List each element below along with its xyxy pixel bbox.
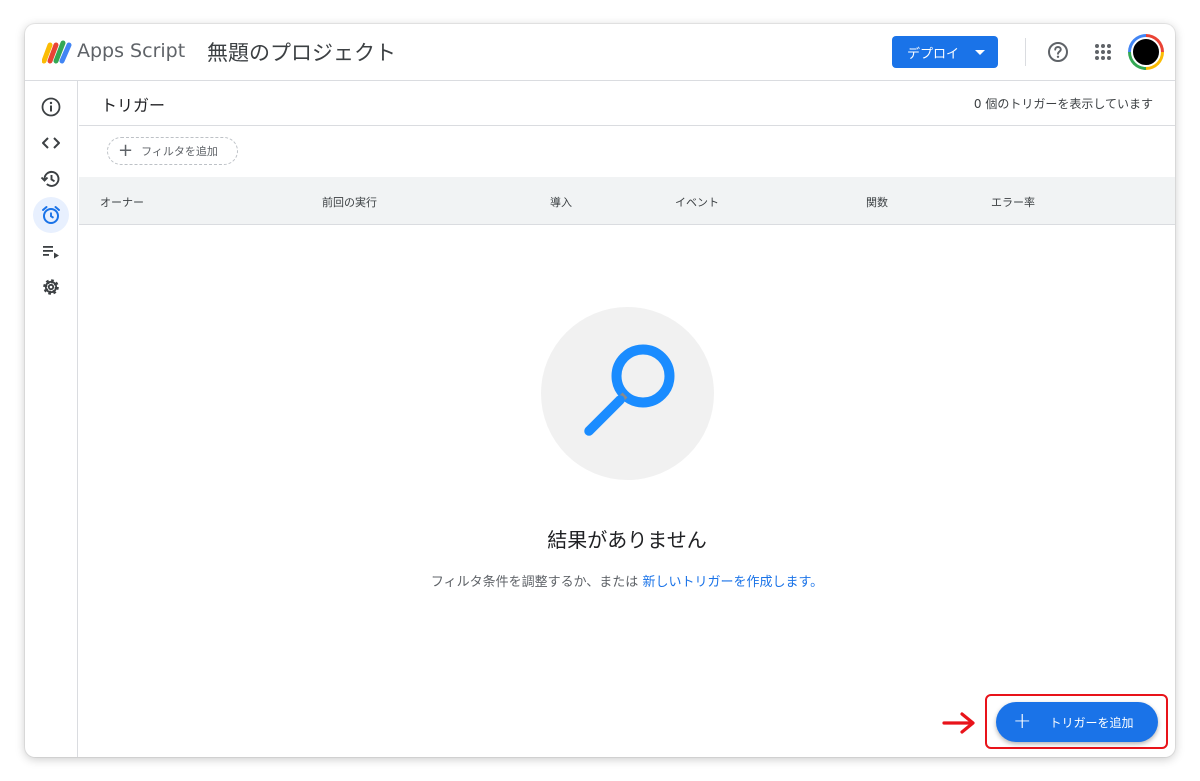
page-title: トリガー: [101, 96, 166, 115]
alarm-clock-icon: [42, 206, 60, 224]
arrow-annotation-icon: [942, 712, 975, 734]
magnifier-icon: [584, 344, 675, 436]
deploy-button[interactable]: デプロイ: [892, 36, 998, 68]
dropdown-caret-icon: [975, 50, 985, 55]
create-trigger-link[interactable]: 新しいトリガーを作成します。: [642, 575, 823, 590]
empty-state-text: フィルタ条件を調整するか、または: [430, 575, 643, 590]
sidebar-item-executions[interactable]: [33, 233, 69, 269]
app-window: Apps Script 無題のプロジェクト デプロイ トリガー 0 個のトリガー…: [25, 24, 1175, 757]
empty-state-illustration: [541, 307, 714, 480]
project-title[interactable]: 無題のプロジェクト: [207, 37, 396, 67]
table-header: オーナー 前回の実行 導入 イベント 関数 エラー率: [79, 177, 1175, 225]
help-icon[interactable]: [1047, 41, 1069, 63]
sidebar: [25, 81, 78, 757]
trigger-count-text: 0 個のトリガーを表示しています: [973, 97, 1153, 111]
add-filter-button[interactable]: + フィルタを追加: [107, 137, 238, 165]
empty-state-title: 結果がありません: [547, 528, 707, 552]
column-header-function[interactable]: 関数: [866, 194, 888, 210]
column-header-last-run[interactable]: 前回の実行: [322, 194, 377, 210]
gear-icon: [43, 279, 59, 295]
app-name: Apps Script: [77, 40, 186, 62]
top-bar: Apps Script 無題のプロジェクト デプロイ: [25, 24, 1175, 81]
sidebar-item-overview[interactable]: [33, 89, 69, 125]
executions-icon: [43, 246, 59, 259]
column-header-owner[interactable]: オーナー: [100, 194, 144, 210]
plus-icon: +: [1013, 709, 1032, 734]
add-trigger-button[interactable]: + トリガーを追加: [996, 702, 1158, 742]
avatar-image: [1131, 37, 1161, 67]
code-icon: [42, 137, 60, 149]
filter-row: + フィルタを追加: [79, 126, 1175, 177]
deploy-button-label: デプロイ: [907, 46, 960, 62]
sidebar-item-editor[interactable]: [33, 125, 69, 161]
column-header-deployment[interactable]: 導入: [550, 194, 572, 210]
add-trigger-label: トリガーを追加: [1049, 715, 1134, 730]
column-header-error-rate[interactable]: エラー率: [991, 194, 1035, 210]
sidebar-item-history[interactable]: [33, 161, 69, 197]
apps-grid-icon[interactable]: [1093, 42, 1113, 62]
info-icon: [41, 97, 61, 117]
divider: [1025, 38, 1026, 66]
sidebar-item-triggers[interactable]: [33, 197, 69, 233]
triggers-panel: トリガー 0 個のトリガーを表示しています + フィルタを追加 オーナー 前回の…: [79, 81, 1175, 757]
sidebar-item-settings[interactable]: [33, 269, 69, 305]
panel-header: トリガー 0 個のトリガーを表示しています: [79, 81, 1175, 126]
plus-icon: +: [118, 140, 134, 161]
add-filter-label: フィルタを追加: [141, 145, 218, 158]
avatar[interactable]: [1128, 34, 1164, 70]
column-header-event[interactable]: イベント: [675, 194, 719, 210]
history-icon: [40, 170, 60, 187]
apps-script-logo: [42, 40, 72, 64]
empty-state-description: フィルタ条件を調整するか、または 新しいトリガーを作成します。: [79, 571, 1175, 590]
